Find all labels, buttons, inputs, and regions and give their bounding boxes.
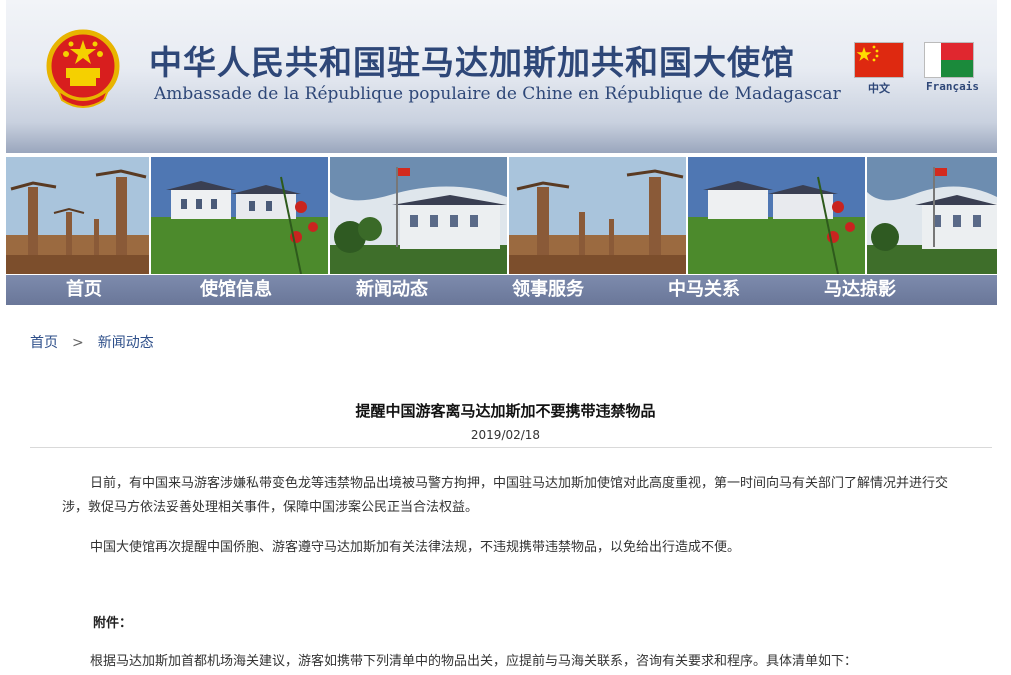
embassy-building-photo	[151, 157, 328, 274]
embassy-flag-photo-2	[867, 157, 997, 274]
nav-home[interactable]: 首页	[66, 275, 102, 305]
embassy-building-photo-2	[688, 157, 865, 274]
breadcrumb-home-link[interactable]: 首页	[30, 335, 58, 351]
breadcrumb-news-link[interactable]: 新闻动态	[98, 335, 154, 351]
nav-consular-services[interactable]: 领事服务	[512, 275, 584, 305]
madagascar-flag-icon[interactable]	[924, 42, 974, 78]
national-emblem-icon[interactable]	[44, 28, 122, 110]
attachment-paragraph: 根据马达加斯加首都机场海关建议，游客如携带下列清单中的物品出关，应提前与马海关联…	[90, 654, 858, 669]
lang-chinese-link[interactable]: 中文	[868, 80, 890, 96]
nav-madagascar-gallery[interactable]: 马达掠影	[824, 275, 896, 305]
site-title-french: Ambassade de la République populaire de …	[154, 84, 841, 104]
lang-french-link[interactable]: Français	[926, 80, 979, 93]
main-nav: 首页 使馆信息 新闻动态 领事服务 中马关系 马达掠影	[6, 275, 997, 305]
article-paragraph-2: 中国大使馆再次提醒中国侨胞、游客遵守马达加斯加有关法律法规，不违规携带违禁物品，…	[90, 540, 741, 555]
breadcrumb-separator: >	[72, 335, 84, 351]
title-divider	[30, 447, 992, 448]
header-banner: 中华人民共和国驻马达加斯加共和国大使馆 Ambassade de la Répu…	[6, 0, 997, 153]
article-title: 提醒中国游客离马达加斯加不要携带违禁物品	[355, 402, 656, 420]
photo-strip	[6, 157, 997, 274]
baobab-photo	[6, 157, 149, 274]
china-flag-icon[interactable]	[854, 42, 904, 78]
breadcrumb: 首页 > 新闻动态	[30, 332, 154, 352]
nav-china-madagascar-relations[interactable]: 中马关系	[668, 275, 740, 305]
site-title-chinese: 中华人民共和国驻马达加斯加共和国大使馆	[149, 43, 795, 82]
article-paragraph-1: 日前，有中国来马游客涉嫌私带变色龙等违禁物品出境被马警方拘押，中国驻马达加斯加使…	[62, 476, 949, 515]
baobab-photo-2	[509, 157, 686, 274]
embassy-flag-photo	[330, 157, 507, 274]
nav-embassy-info[interactable]: 使馆信息	[200, 275, 272, 305]
nav-news[interactable]: 新闻动态	[356, 275, 428, 305]
article-date: 2019/02/18	[470, 428, 541, 442]
attachment-label: 附件：	[93, 616, 133, 631]
